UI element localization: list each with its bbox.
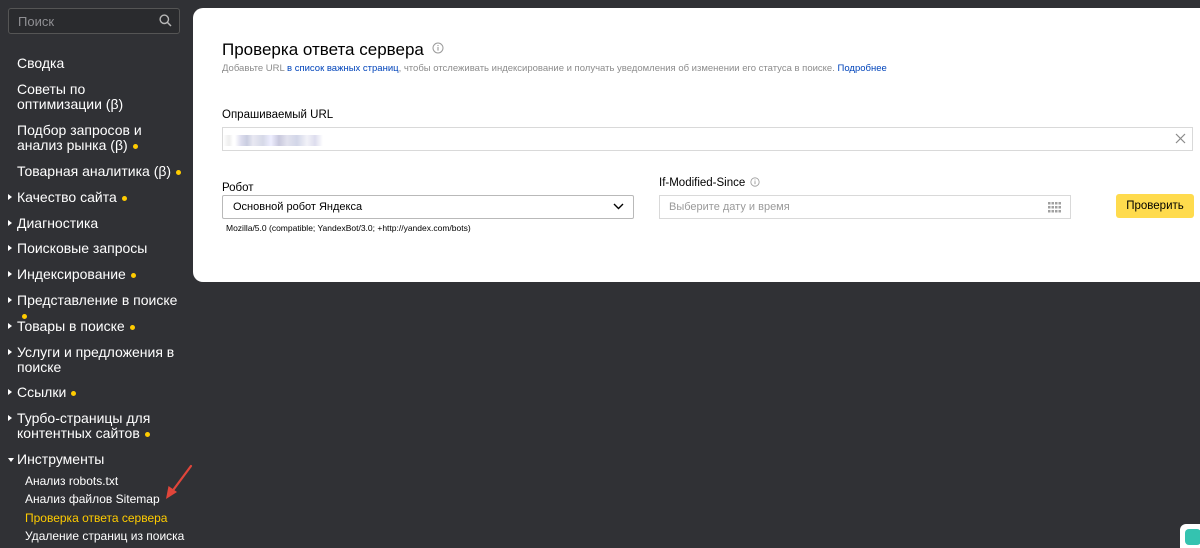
chat-widget-icon	[1185, 529, 1200, 545]
sidebar-item-label: Диагностика	[17, 215, 99, 231]
sidebar-item-label: Товарная аналитика (β)	[17, 163, 172, 179]
sidebar-item-product-analytics[interactable]: Товарная аналитика (β)	[17, 164, 187, 179]
caret-right-icon	[8, 323, 12, 329]
sidebar-item-label: оптимизации (β)	[17, 96, 124, 112]
important-pages-link[interactable]: в список важных страниц	[287, 63, 399, 74]
robot-select[interactable]: Основной робот Яндекса	[222, 195, 634, 219]
sidebar-item-label: Советы по	[17, 81, 86, 97]
sidebar: Сводка Советы по оптимизации (β) Подбор …	[0, 0, 193, 546]
sidebar-item-turbo-pages[interactable]: Турбо-страницы для контентных сайтов	[8, 410, 187, 441]
sidebar-item-label: Услуги и предложения в	[17, 344, 175, 360]
close-icon[interactable]	[1175, 133, 1186, 144]
sidebar-subitem-robots-analysis[interactable]: Анализ robots.txt	[25, 475, 118, 488]
description-text: , чтобы отслеживать индексирование и пол…	[398, 63, 838, 74]
caret-right-icon	[8, 297, 12, 303]
search-icon[interactable]	[159, 14, 172, 27]
chevron-down-icon	[613, 203, 624, 210]
sidebar-subitem-remove-pages[interactable]: Удаление страниц из поиска	[25, 530, 184, 543]
sidebar-item-label: Сводка	[17, 55, 65, 71]
info-icon[interactable]	[432, 42, 444, 54]
sidebar-item-label: поиске	[17, 359, 62, 375]
redacted-url-value	[223, 135, 333, 146]
chat-widget-button[interactable]	[1180, 524, 1200, 548]
learn-more-link[interactable]: Подробнее	[838, 63, 887, 74]
caret-down-icon	[8, 458, 14, 462]
calendar-icon[interactable]	[1048, 202, 1061, 213]
page-title: Проверка ответа сервера	[222, 40, 444, 60]
sidebar-item-label: Представление в поиске	[17, 292, 178, 308]
sidebar-item-label: Ссылки	[17, 384, 67, 400]
sidebar-item-label: Товары в поиске	[17, 318, 125, 334]
sidebar-subitem-sitemap-analysis[interactable]: Анализ файлов Sitemap	[25, 493, 160, 506]
sidebar-item-label: Индексирование	[17, 266, 126, 282]
robot-select-value: Основной робот Яндекса	[233, 201, 363, 213]
caret-right-icon	[8, 245, 12, 251]
sidebar-item-indexing[interactable]: Индексирование	[8, 266, 187, 282]
caret-right-icon	[8, 271, 12, 277]
sidebar-item-label: Подбор запросов и	[17, 122, 142, 138]
sidebar-item-search-queries[interactable]: Поисковые запросы	[8, 240, 187, 256]
if-modified-since-label: If-Modified-Since	[659, 177, 760, 189]
sidebar-item-label: Турбо-страницы для	[17, 410, 151, 426]
date-time-input[interactable]	[660, 196, 1039, 218]
caret-right-icon	[8, 220, 12, 226]
url-label: Опрашиваемый URL	[222, 109, 334, 121]
sidebar-item-label: Качество сайта	[17, 189, 117, 205]
search-box[interactable]	[8, 8, 180, 34]
info-icon[interactable]	[749, 177, 760, 187]
new-indicator-dot	[129, 325, 135, 330]
sidebar-item-products-in-search[interactable]: Товары в поиске	[8, 318, 187, 334]
if-modified-since-label-text: If-Modified-Since	[659, 177, 746, 189]
sidebar-item-label: Инструменты	[17, 451, 105, 467]
url-input[interactable]	[222, 127, 1193, 151]
page-description: Добавьте URL в список важных страниц, чт…	[222, 63, 887, 74]
page-title-text: Проверка ответа сервера	[222, 40, 424, 59]
sidebar-subitem-server-response-check[interactable]: Проверка ответа сервера	[25, 512, 167, 525]
robot-label: Робот	[222, 182, 254, 194]
search-input[interactable]	[9, 9, 158, 33]
pointer-arrow-icon	[166, 464, 193, 499]
new-indicator-dot	[71, 391, 77, 396]
new-indicator-dot	[121, 196, 127, 201]
check-button[interactable]: Проверить	[1116, 194, 1194, 218]
sidebar-item-label: контентных сайтов	[17, 425, 140, 441]
new-indicator-dot	[132, 144, 138, 149]
sidebar-item-summary[interactable]: Сводка	[17, 56, 187, 71]
sidebar-item-diagnostics[interactable]: Диагностика	[8, 215, 187, 231]
server-response-check-panel: Проверка ответа сервера Добавьте URL в с…	[193, 8, 1200, 282]
new-indicator-dot	[130, 273, 136, 278]
sidebar-item-label: Поисковые запросы	[17, 240, 148, 256]
sidebar-item-label: анализ рынка (β)	[17, 137, 128, 153]
sidebar-item-query-selection[interactable]: Подбор запросов и анализ рынка (β)	[17, 123, 187, 153]
date-time-field[interactable]	[659, 195, 1071, 219]
caret-right-icon	[8, 194, 12, 200]
new-indicator-dot	[176, 170, 182, 175]
sidebar-item-services-in-search[interactable]: Услуги и предложения в поиске	[8, 344, 187, 375]
description-text: Добавьте URL	[222, 63, 288, 74]
sidebar-item-links[interactable]: Ссылки	[8, 384, 187, 400]
user-agent-string: Mozilla/5.0 (compatible; YandexBot/3.0; …	[226, 223, 471, 233]
sidebar-item-site-quality[interactable]: Качество сайта	[8, 189, 187, 205]
sidebar-item-optimization-tips[interactable]: Советы по оптимизации (β)	[17, 82, 187, 112]
new-indicator-dot	[144, 432, 150, 437]
caret-right-icon	[8, 415, 12, 421]
caret-right-icon	[8, 349, 12, 355]
caret-right-icon	[8, 389, 12, 395]
